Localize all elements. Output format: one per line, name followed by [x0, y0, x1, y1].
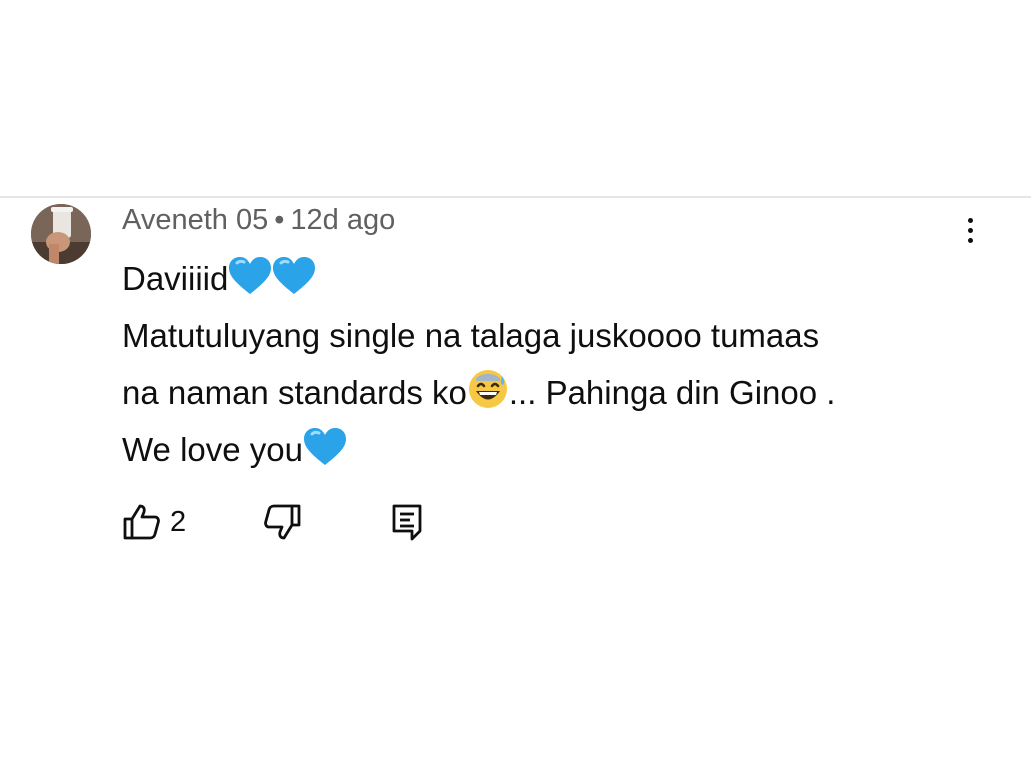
- grinning-sweat-emoji-icon: [468, 370, 507, 408]
- blue-heart-emoji-icon: [273, 257, 316, 294]
- thumbs-down-icon: [264, 504, 301, 540]
- dislike-button[interactable]: [262, 502, 302, 542]
- reply-button[interactable]: [390, 502, 424, 542]
- comment-body: Daviiiid Matutuluyang single na talaga j…: [122, 250, 982, 478]
- blue-heart-emoji-icon: [229, 257, 272, 294]
- comment-line-3: na naman standards ko ... Pahinga din Gin…: [122, 364, 982, 421]
- comment-line-text: na naman standards ko: [122, 374, 467, 411]
- menu-dot: [967, 237, 973, 243]
- like-button[interactable]: 2: [122, 502, 186, 542]
- more-vertical-icon[interactable]: [952, 210, 988, 250]
- comment-item: Aveneth 05 • 12d ago Daviiiid Matutuluyang…: [0, 198, 1031, 578]
- comment-meta: Aveneth 05 • 12d ago: [122, 202, 395, 238]
- avatar-photo: [31, 204, 91, 264]
- comment-line-text: Daviiiid: [122, 260, 229, 297]
- comment-line-4: We love you: [122, 421, 982, 478]
- comment-line-text: Matutuluyang single na talaga juskoooo t…: [122, 317, 820, 354]
- comment-actions: 2: [122, 502, 522, 546]
- thumbs-up-icon: [123, 504, 160, 540]
- reply-comment-icon: [392, 504, 422, 541]
- meta-separator: •: [274, 204, 285, 236]
- menu-dot: [967, 227, 973, 233]
- comment-line-2: Matutuluyang single na talaga juskoooo t…: [122, 307, 982, 364]
- menu-dot: [967, 217, 973, 223]
- comment-line-text: We love you: [122, 431, 303, 468]
- blue-heart-emoji-icon: [303, 428, 346, 465]
- comment-age[interactable]: 12d ago: [290, 204, 395, 236]
- author-name[interactable]: Aveneth 05: [122, 204, 268, 236]
- author-avatar[interactable]: [31, 204, 91, 264]
- comment-line-1: Daviiiid: [122, 250, 982, 307]
- like-count: 2: [170, 505, 187, 538]
- comment-line-text-after: ... Pahinga din Ginoo .: [508, 374, 836, 411]
